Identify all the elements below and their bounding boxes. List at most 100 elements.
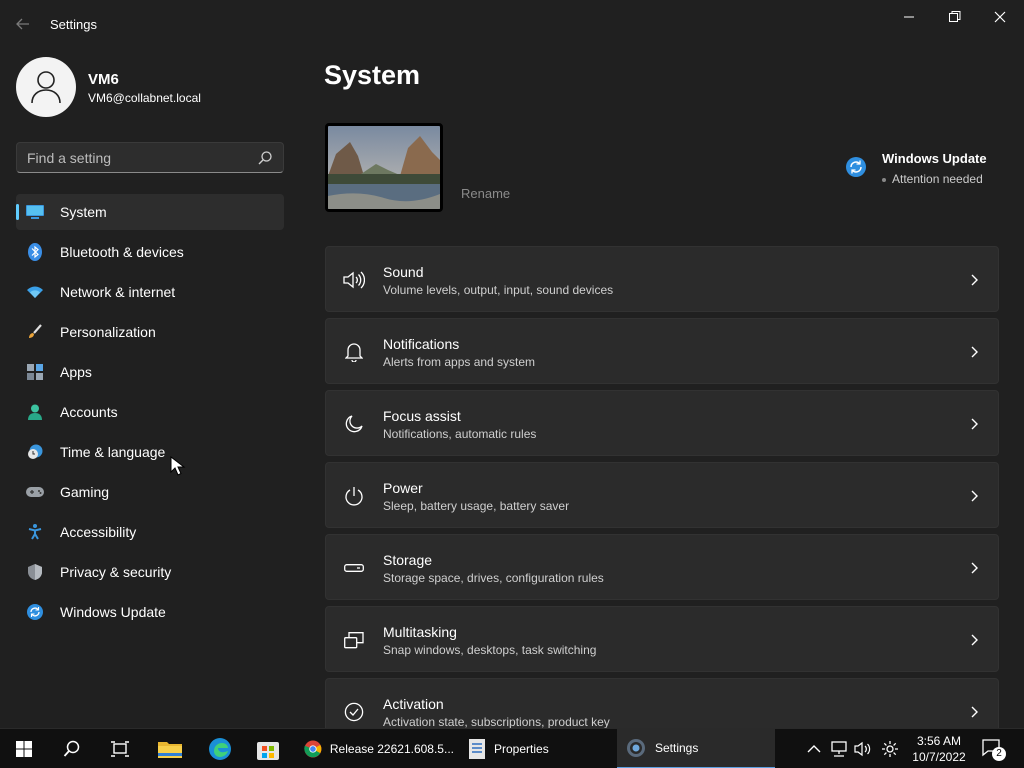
notification-center-button[interactable]: 2	[980, 737, 1008, 761]
mouse-cursor-icon	[170, 456, 186, 476]
taskbar-edge[interactable]	[196, 729, 244, 768]
card-focus-assist[interactable]: Focus assist Notifications, automatic ru…	[325, 390, 999, 456]
card-subtitle: Alerts from apps and system	[383, 355, 536, 369]
sidebar-item-network[interactable]: Network & internet	[16, 274, 284, 310]
card-subtitle: Sleep, battery usage, battery saver	[383, 499, 570, 513]
taskbar-app-properties[interactable]: Properties	[460, 729, 610, 768]
desktop-wallpaper-thumbnail	[325, 123, 443, 212]
card-sound[interactable]: Sound Volume levels, output, input, soun…	[325, 246, 999, 312]
settings-gear-icon	[627, 739, 645, 757]
card-title: Power	[383, 480, 423, 496]
user-name: VM6	[88, 71, 119, 88]
rename-link[interactable]: Rename	[461, 186, 510, 201]
sidebar-item-label: Windows Update	[60, 604, 166, 620]
minimize-button[interactable]	[887, 4, 931, 30]
show-hidden-icons-button[interactable]	[804, 729, 824, 768]
chevron-right-icon	[971, 490, 978, 502]
card-multitasking[interactable]: Multitasking Snap windows, desktops, tas…	[325, 606, 999, 672]
sidebar-item-bluetooth[interactable]: Bluetooth & devices	[16, 234, 284, 270]
card-power[interactable]: Power Sleep, battery usage, battery save…	[325, 462, 999, 528]
card-title: Multitasking	[383, 624, 457, 640]
search-icon[interactable]	[257, 150, 273, 166]
moon-icon	[343, 413, 365, 435]
status-dot-icon	[882, 177, 886, 182]
card-title: Focus assist	[383, 408, 461, 424]
title-bar: Settings	[0, 0, 1024, 48]
network-tray-button[interactable]	[828, 729, 850, 768]
bluetooth-icon	[26, 243, 44, 261]
edge-icon	[209, 738, 231, 760]
settings-card-list: Sound Volume levels, output, input, soun…	[325, 246, 999, 750]
taskbar-app-settings[interactable]: Settings	[617, 729, 775, 768]
volume-tray-button[interactable]	[852, 729, 874, 768]
task-view-icon	[111, 741, 129, 757]
sidebar-item-privacy[interactable]: Privacy & security	[16, 554, 284, 590]
taskbar-store[interactable]	[244, 729, 292, 768]
window-title: Settings	[50, 17, 97, 32]
close-button[interactable]	[978, 4, 1022, 30]
drive-icon	[343, 557, 365, 579]
taskbar-app-chrome[interactable]: Release 22621.608.5...	[296, 729, 454, 768]
sidebar-item-gaming[interactable]: Gaming	[16, 474, 284, 510]
sidebar-item-label: Apps	[60, 364, 92, 380]
apps-icon	[26, 364, 44, 380]
restore-icon	[949, 11, 961, 22]
sidebar-item-accounts[interactable]: Accounts	[16, 394, 284, 430]
store-icon	[257, 742, 279, 760]
chevron-right-icon	[971, 562, 978, 574]
card-title: Activation	[383, 696, 444, 712]
chrome-icon	[304, 740, 322, 758]
user-email: VM6@collabnet.local	[88, 91, 201, 105]
card-subtitle: Snap windows, desktops, task switching	[383, 643, 597, 657]
chevron-up-icon	[807, 745, 821, 753]
sidebar-nav: System Bluetooth & devices Network & int…	[16, 194, 284, 634]
search-icon	[63, 740, 80, 757]
taskbar-search-button[interactable]	[48, 729, 96, 768]
sidebar-item-accessibility[interactable]: Accessibility	[16, 514, 284, 550]
gamepad-icon	[26, 484, 44, 500]
properties-icon	[469, 739, 485, 759]
card-notifications[interactable]: Notifications Alerts from apps and syste…	[325, 318, 999, 384]
sidebar-item-system[interactable]: System	[16, 194, 284, 230]
taskbar: Release 22621.608.5... Properties Settin…	[0, 728, 1024, 768]
sidebar-item-label: Accounts	[60, 404, 118, 420]
card-storage[interactable]: Storage Storage space, drives, configura…	[325, 534, 999, 600]
clock-time: 3:56 AM	[916, 734, 962, 748]
start-button[interactable]	[0, 729, 48, 768]
gear-icon	[882, 741, 898, 757]
taskbar-file-explorer[interactable]	[146, 729, 194, 768]
card-title: Sound	[383, 264, 424, 280]
minimize-icon	[904, 16, 914, 18]
search-box	[16, 142, 284, 173]
back-button[interactable]	[10, 12, 36, 36]
wallpaper-image	[328, 126, 440, 209]
card-subtitle: Notifications, automatic rules	[383, 427, 537, 441]
windows-update-status: Attention needed	[882, 172, 983, 186]
task-view-button[interactable]	[96, 729, 144, 768]
taskbar-app-label: Settings	[655, 741, 699, 755]
taskbar-clock[interactable]: 3:56 AM 10/7/2022	[906, 733, 972, 765]
user-avatar-icon	[31, 71, 61, 104]
card-subtitle: Activation state, subscriptions, product…	[383, 715, 610, 729]
chevron-right-icon	[971, 346, 978, 358]
windows-update-title[interactable]: Windows Update	[882, 151, 987, 166]
maximize-button[interactable]	[933, 4, 977, 30]
sidebar-item-windows-update[interactable]: Windows Update	[16, 594, 284, 630]
sidebar-item-label: System	[60, 204, 107, 220]
chevron-right-icon	[971, 418, 978, 430]
chevron-right-icon	[971, 634, 978, 646]
user-profile[interactable]: VM6 VM6@collabnet.local	[16, 57, 286, 117]
search-input[interactable]	[27, 149, 247, 167]
power-icon	[343, 485, 365, 507]
sidebar-item-label: Network & internet	[60, 284, 176, 300]
card-subtitle: Storage space, drives, configuration rul…	[383, 571, 604, 585]
sidebar-item-time-language[interactable]: Time & language	[16, 434, 284, 470]
accessibility-icon	[26, 524, 44, 540]
multitask-icon	[343, 629, 365, 651]
sidebar-item-label: Time & language	[60, 444, 166, 460]
sidebar-item-personalization[interactable]: Personalization	[16, 314, 284, 350]
card-title: Storage	[383, 552, 433, 568]
sidebar-item-apps[interactable]: Apps	[16, 354, 284, 390]
system-icon	[26, 204, 44, 220]
settings-tray-button[interactable]	[878, 729, 902, 768]
